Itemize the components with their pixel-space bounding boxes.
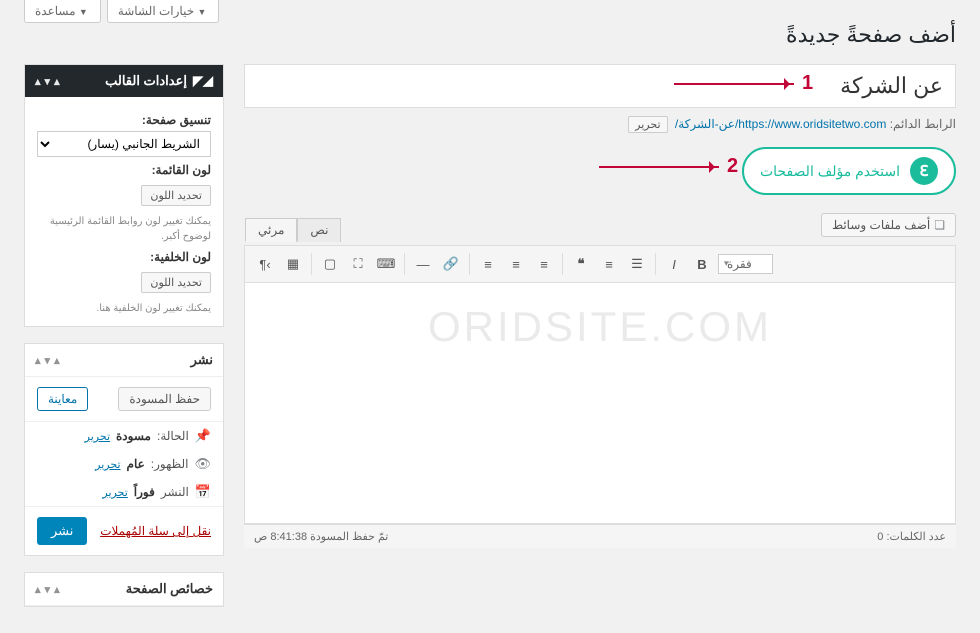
layout-label: تنسيق صفحة: (37, 113, 211, 127)
keyboard-icon[interactable]: ⌨ (374, 252, 398, 276)
move-to-trash-link[interactable]: نقل إلى سلة المُهملات (100, 524, 211, 538)
visibility-row: 👁 الظهور: عام تحرير (25, 450, 223, 478)
add-media-button[interactable]: ❏ أضف ملفات وسائط (821, 213, 956, 237)
save-draft-button[interactable]: حفظ المسودة (118, 387, 211, 411)
align-left-icon[interactable]: ≡ (476, 252, 500, 276)
editor-status-bar: عدد الكلمات: 0 تمّ حفظ المسودة 8:41:38 ص (244, 524, 956, 548)
toggle-down-icon[interactable]: ▾ (45, 354, 51, 367)
screen-options-tab[interactable]: ▼ خيارات الشاشة (107, 0, 220, 23)
fullscreen-icon[interactable]: ⛶ (346, 252, 370, 276)
more-icon[interactable]: — (411, 252, 435, 276)
permalink-row: الرابط الدائم: https://www.oridsitetwo.c… (244, 116, 956, 133)
schedule-row: 📅 النشر فوراً تحرير (25, 478, 223, 506)
status-row: 📌 الحالة: مسودة تحرير (25, 422, 223, 450)
toggle-down-icon[interactable]: ▾ (45, 583, 51, 596)
composer-icon: ℇ (910, 157, 938, 185)
align-right-icon[interactable]: ≡ (532, 252, 556, 276)
editor-tab-text[interactable]: نص (297, 218, 341, 242)
bg-color-button[interactable]: تحديد اللون (141, 272, 211, 293)
page-title-input[interactable] (244, 64, 956, 108)
menu-color-label: لون القائمة: (37, 163, 211, 177)
layout-select[interactable]: الشريط الجانبي (يسار) (37, 131, 211, 157)
preview-button[interactable]: معاينة (37, 387, 88, 411)
edit-status-link[interactable]: تحرير (85, 430, 110, 443)
link-icon[interactable]: 🔗 (439, 252, 463, 276)
editor-content[interactable]: ORIDSITE.COM (245, 283, 955, 523)
watermark: ORIDSITE.COM (428, 303, 772, 351)
eye-icon: 👁 (194, 456, 211, 472)
toolbar-toggle-icon[interactable]: ▦ (281, 252, 305, 276)
align-center-icon[interactable]: ≡ (504, 252, 528, 276)
toggle-down-icon[interactable]: ▾ (45, 75, 51, 88)
list-ul-icon[interactable]: ☰ (625, 252, 649, 276)
bg-color-hint: يمكنك تغيير لون الخلفية هنا. (37, 301, 211, 316)
pin-icon: 📌 (195, 428, 211, 444)
help-tab[interactable]: ▼ مساعدة (24, 0, 101, 23)
toggle-up-icon[interactable]: ▴ (54, 583, 60, 596)
page-attributes-box: خصائص الصفحة ▴▾▴ (24, 572, 224, 607)
toggle-collapse-icon[interactable]: ▴ (35, 75, 41, 88)
publish-button[interactable]: نشر (37, 517, 87, 545)
screen-icon[interactable]: ▢ (318, 252, 342, 276)
editor-toolbar: ¶‹ ▦ ▢ ⛶ ⌨ — 🔗 ≡ ≡ ≡ ❝ ≡ ☰ (245, 246, 955, 283)
theme-settings-box: ◢◤إعدادات القالب ▴▾▴ تنسيق صفحة: الشريط … (24, 64, 224, 327)
toggle-collapse-icon[interactable]: ▴ (35, 583, 41, 596)
use-page-composer-button[interactable]: ℇ استخدم مؤلف الصفحات (742, 147, 956, 195)
menu-color-hint: يمكنك تغيير لون روابط القائمة الرئيسية ل… (37, 214, 211, 244)
edit-schedule-link[interactable]: تحرير (102, 486, 127, 499)
permalink-url[interactable]: https://www.oridsitetwo.com/عن-الشركة/ (675, 117, 886, 131)
toggle-collapse-icon[interactable]: ▴ (35, 354, 41, 367)
edit-visibility-link[interactable]: تحرير (95, 458, 120, 471)
edit-slug-button[interactable]: تحرير (628, 116, 667, 133)
media-icon: ❏ (934, 218, 945, 232)
toggle-up-icon[interactable]: ▴ (54, 354, 60, 367)
italic-icon[interactable]: I (662, 252, 686, 276)
publish-box: نشر ▴▾▴ حفظ المسودة معاينة 📌 الحالة: مسو… (24, 343, 224, 556)
editor-tab-visual[interactable]: مرئي (245, 218, 297, 242)
format-select[interactable]: فقرة (718, 254, 773, 274)
list-ol-icon[interactable]: ≡ (597, 252, 621, 276)
menu-color-button[interactable]: تحديد اللون (141, 185, 211, 206)
calendar-icon: 📅 (195, 484, 211, 500)
bold-icon[interactable]: B (690, 252, 714, 276)
bg-color-label: لون الخلفية: (37, 250, 211, 264)
quote-icon[interactable]: ❝ (569, 252, 593, 276)
theme-icon: ◢◤ (193, 73, 213, 89)
pilcrow-icon[interactable]: ¶‹ (253, 252, 277, 276)
toggle-up-icon[interactable]: ▴ (54, 75, 60, 88)
